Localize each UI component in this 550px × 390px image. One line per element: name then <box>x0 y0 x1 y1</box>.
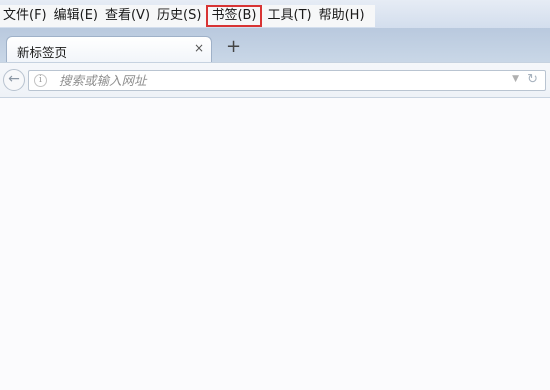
menu-view[interactable]: 查看(V) <box>102 5 154 27</box>
url-input[interactable] <box>59 72 499 89</box>
menu-bookmarks[interactable]: 书签(B) <box>206 5 262 27</box>
menu-edit[interactable]: 编辑(E) <box>51 5 102 27</box>
close-icon[interactable]: × <box>194 41 204 55</box>
page-content <box>0 98 550 390</box>
menu-help[interactable]: 帮助(H) <box>316 5 369 27</box>
browser-window: 文件(F) 编辑(E) 查看(V) 历史(S) 书签(B) 工具(T) 帮助(H… <box>0 0 550 390</box>
dropdown-arrow-icon[interactable]: ▼ <box>512 74 519 84</box>
tab-strip: 新标签页 × + <box>0 28 550 62</box>
menu-bar: 文件(F) 编辑(E) 查看(V) 历史(S) 书签(B) 工具(T) 帮助(H… <box>0 0 550 28</box>
back-arrow-icon[interactable]: ← <box>3 69 25 91</box>
menu-history[interactable]: 历史(S) <box>154 5 205 27</box>
menu-tools[interactable]: 工具(T) <box>265 5 316 27</box>
info-icon[interactable]: i <box>34 74 47 87</box>
tab-title: 新标签页 <box>17 45 68 60</box>
navigation-bar: ← i ▼ ↻ <box>0 62 550 98</box>
url-bar[interactable]: i ▼ ↻ <box>28 70 546 91</box>
tab-new-tab-page[interactable]: 新标签页 × <box>6 36 212 62</box>
menu-file[interactable]: 文件(F) <box>0 5 51 27</box>
plus-icon[interactable]: + <box>226 38 241 56</box>
menu-strip: 文件(F) 编辑(E) 查看(V) 历史(S) 书签(B) 工具(T) 帮助(H… <box>0 5 375 27</box>
reload-icon[interactable]: ↻ <box>527 72 538 87</box>
